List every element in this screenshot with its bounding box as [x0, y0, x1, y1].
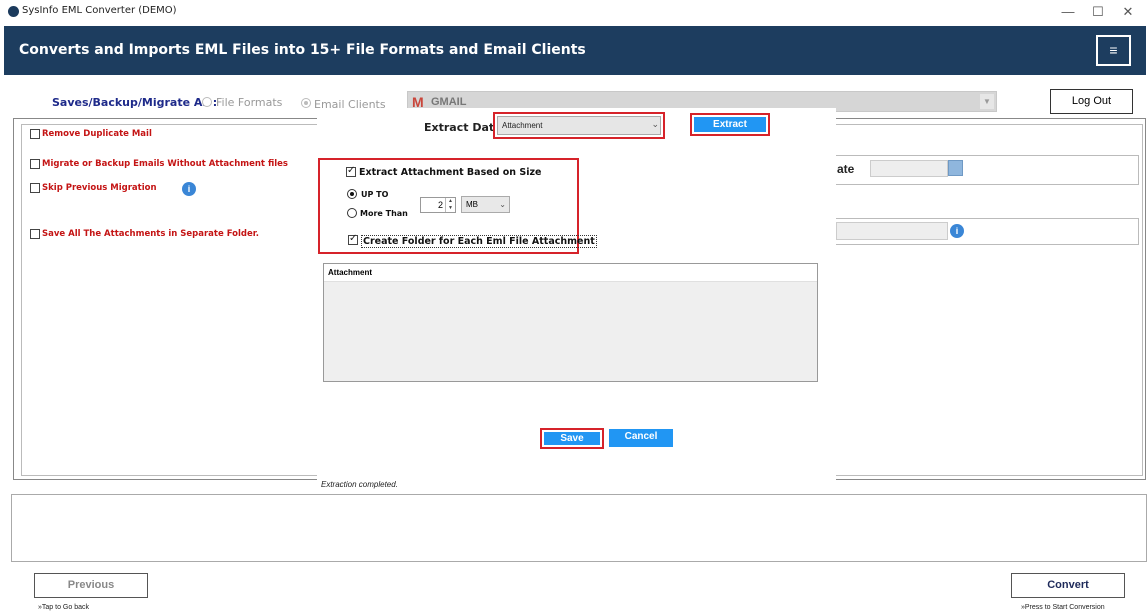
- convert-hint: »Press to Start Conversion: [1021, 604, 1105, 611]
- based-on-size-label: Extract Attachment Based on Size: [359, 167, 542, 178]
- extract-data-value: Attachment: [497, 116, 661, 135]
- remove-duplicate-label: Remove Duplicate Mail: [42, 129, 152, 139]
- app-icon: [8, 6, 19, 17]
- file-formats-radio[interactable]: [202, 97, 212, 107]
- chevron-down-icon: ⌄: [651, 119, 659, 129]
- chevron-down-icon: ⌄: [499, 200, 506, 209]
- hamburger-menu-icon[interactable]: ≡: [1096, 35, 1131, 66]
- up-to-radio[interactable]: [347, 189, 357, 199]
- info-icon[interactable]: i: [950, 224, 964, 238]
- header-title: Converts and Imports EML Files into 15+ …: [19, 42, 586, 58]
- unit-select[interactable]: MB ⌄: [461, 196, 510, 213]
- calendar-icon[interactable]: [948, 160, 963, 176]
- file-formats-label: File Formats: [216, 96, 283, 109]
- chevron-down-icon: ▼: [980, 94, 994, 109]
- info-icon[interactable]: i: [182, 182, 196, 196]
- create-folder-checkbox[interactable]: [348, 233, 358, 245]
- without-attachment-checkbox[interactable]: [30, 159, 40, 169]
- unit-value: MB: [466, 200, 478, 209]
- size-stepper[interactable]: 2 ▲ ▼: [420, 197, 456, 213]
- based-on-size-checkbox[interactable]: [346, 165, 356, 177]
- create-folder-label: Create Folder for Each Eml File Attachme…: [361, 235, 597, 248]
- status-text: Extraction completed.: [321, 480, 398, 489]
- cancel-button[interactable]: Cancel: [609, 429, 673, 447]
- previous-hint: »Tap to Go back: [38, 604, 89, 611]
- logout-button[interactable]: Log Out: [1050, 89, 1133, 114]
- extract-button[interactable]: Extract: [690, 113, 770, 136]
- previous-button[interactable]: Previous: [34, 573, 148, 598]
- extract-button-label: Extract: [694, 117, 766, 132]
- save-attachments-separate-label: Save All The Attachments in Separate Fol…: [42, 229, 259, 239]
- extract-data-select[interactable]: Attachment ⌄: [493, 112, 665, 139]
- email-clients-radio[interactable]: [301, 98, 311, 108]
- without-attachment-label: Migrate or Backup Emails Without Attachm…: [42, 159, 288, 169]
- more-than-label: More Than: [360, 209, 408, 218]
- extract-data-label: Extract Data: [424, 121, 502, 134]
- skip-previous-checkbox[interactable]: [30, 183, 40, 193]
- remove-duplicate-checkbox[interactable]: [30, 129, 40, 139]
- stepper-arrows-icon[interactable]: ▲ ▼: [445, 198, 455, 212]
- date-filter-label: ate: [837, 162, 855, 176]
- save-button[interactable]: Save: [540, 428, 604, 449]
- log-panel: [11, 494, 1147, 562]
- convert-button[interactable]: Convert: [1011, 573, 1125, 598]
- attachment-column-header: Attachment: [324, 264, 817, 282]
- save-button-label: Save: [544, 432, 600, 445]
- email-client-value: GMAIL: [431, 96, 467, 108]
- size-value: 2: [437, 200, 443, 210]
- date-input[interactable]: [870, 160, 948, 177]
- close-button[interactable]: ✕: [1110, 2, 1146, 22]
- radio-dot: [350, 192, 354, 196]
- skip-previous-label: Skip Previous Migration: [42, 183, 157, 193]
- path-input[interactable]: [836, 222, 948, 240]
- save-attachments-separate-checkbox[interactable]: [30, 229, 40, 239]
- window-title-bar: SysInfo EML Converter (DEMO) — ☐ ✕: [0, 0, 1147, 24]
- more-than-radio[interactable]: [347, 208, 357, 218]
- saves-label: Saves/Backup/Migrate As :: [52, 96, 218, 109]
- window-title: SysInfo EML Converter (DEMO): [22, 5, 177, 16]
- up-to-label: UP TO: [361, 190, 389, 199]
- attachment-list[interactable]: Attachment: [323, 263, 818, 382]
- app-header: Converts and Imports EML Files into 15+ …: [4, 26, 1146, 75]
